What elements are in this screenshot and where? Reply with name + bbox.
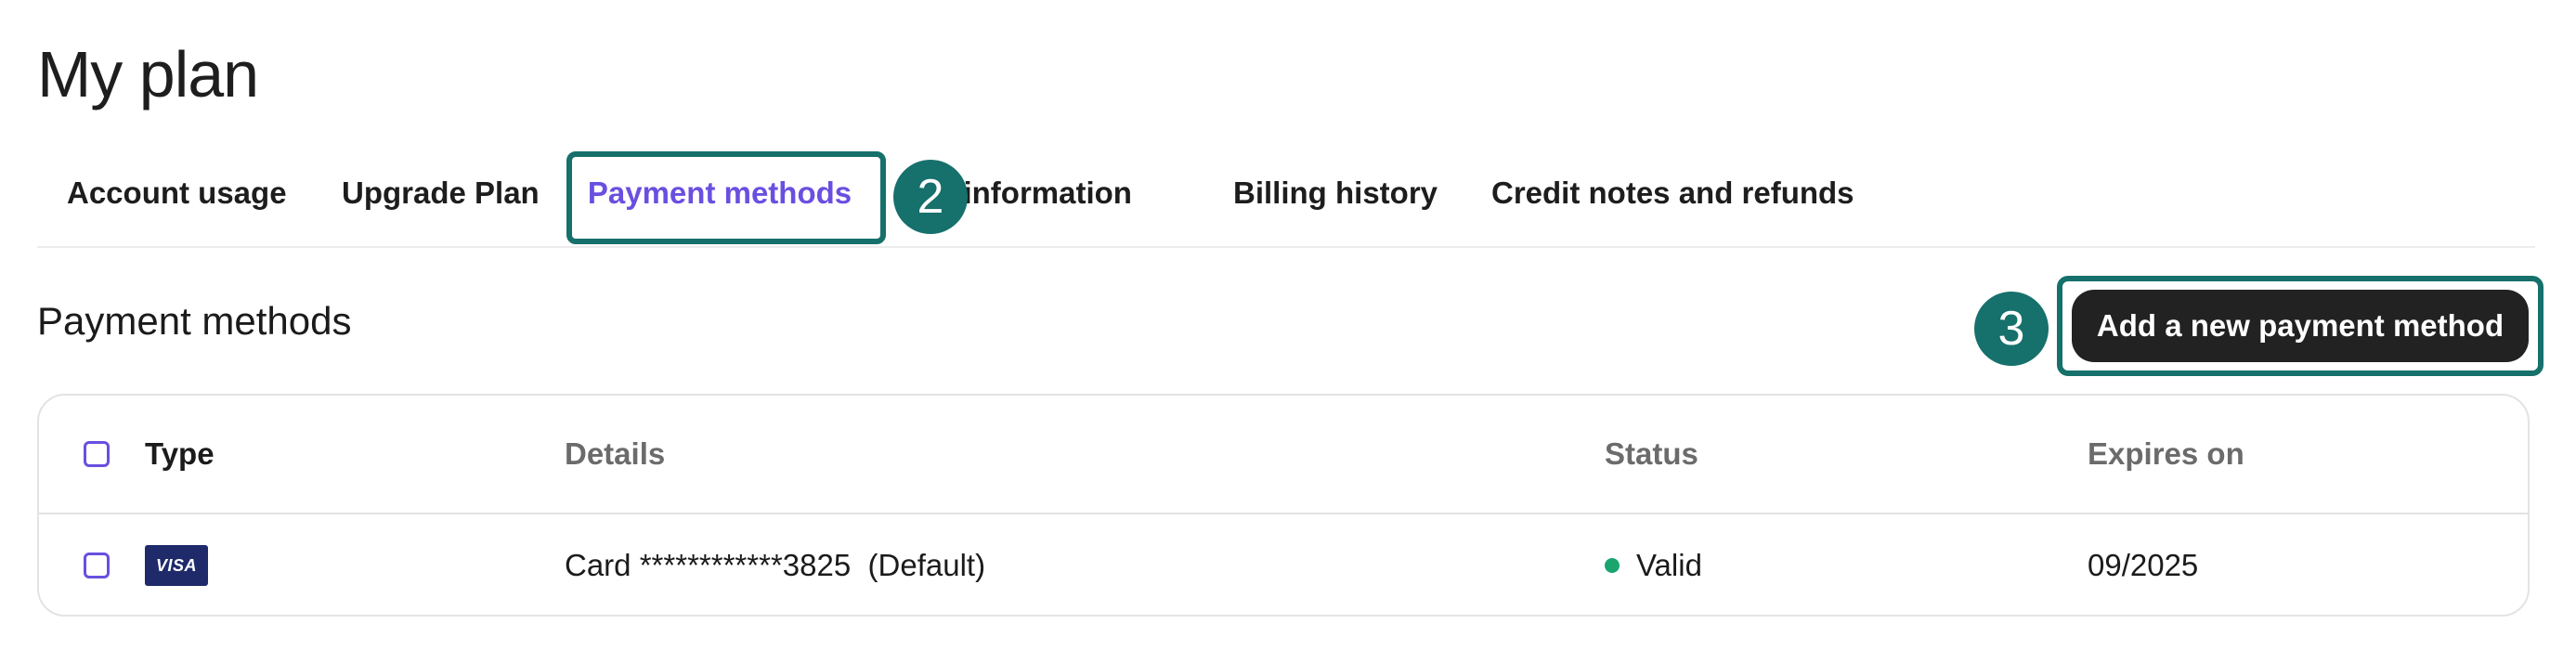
status-cell: Valid [1605,514,1702,615]
select-all-checkbox[interactable] [84,441,110,467]
section-title: Payment methods [37,299,352,343]
details-cell: Card ************3825 (Default) [565,548,986,582]
tab-payment-methods[interactable]: Payment methods [565,153,875,233]
tab-credit-notes-and-refunds[interactable]: Credit notes and refunds [1491,153,1854,233]
row-checkbox[interactable] [84,552,110,578]
status-text: Valid [1636,548,1702,582]
select-all-cell [84,396,110,513]
column-header-details: Details [565,436,666,471]
tab-upgrade-plan[interactable]: Upgrade Plan [342,153,540,233]
table-header-row: Type Details Status Expires on [39,396,2528,514]
expires-cell: 09/2025 [2088,548,2199,582]
table-row[interactable]: VISA Card ************3825 (Default) Val… [39,514,2528,615]
add-payment-method-button[interactable]: Add a new payment method [2072,290,2529,362]
step-badge-3: 3 [1974,292,2049,366]
type-cell: VISA [145,514,208,615]
column-header-status: Status [1605,436,1698,471]
tab-bar: Account usage Upgrade Plan Payment metho… [37,153,2535,248]
step-badge-2: 2 [893,160,968,234]
add-button-highlight: Add a new payment method [2057,276,2543,376]
page-title: My plan [37,38,259,110]
tab-billing-history[interactable]: Billing history [1233,153,1438,233]
visa-card-icon: VISA [145,545,208,586]
row-select-cell [84,514,110,615]
status-valid-dot-icon [1605,558,1620,573]
payment-methods-table: Type Details Status Expires on VISA Card… [37,394,2530,617]
column-header-type[interactable]: Type [145,396,215,513]
tab-account-usage[interactable]: Account usage [67,153,287,233]
column-header-expires-on: Expires on [2088,436,2244,471]
